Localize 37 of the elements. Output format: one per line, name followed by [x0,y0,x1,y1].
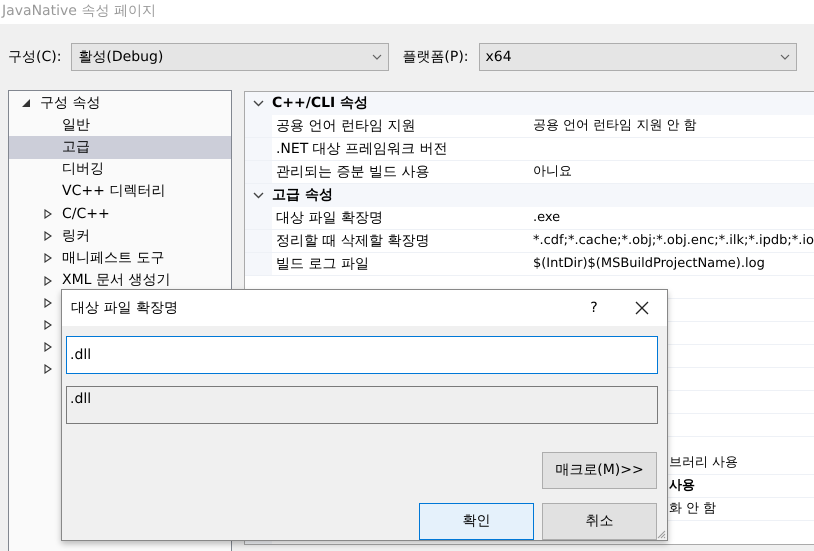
property-value[interactable]: .exe [528,207,814,229]
tree-item[interactable]: 링커 [9,225,231,248]
property-value[interactable]: 브러리 사용 [668,455,738,470]
tree-item[interactable]: 매니페스트 도구 [9,247,231,270]
property-value[interactable]: 아니요 [528,161,814,183]
tree-item[interactable]: 고급 [9,136,231,159]
macros-button[interactable]: 매크로(M)>> [542,452,657,489]
property-value[interactable]: *.cdf;*.cache;*.obj;*.obj.enc;*.ilk;*.ipdb;*.io [528,230,814,252]
property-value[interactable]: 화 안 함 [668,501,716,516]
tree-item[interactable]: 디버깅 [9,158,231,181]
section-header: 고급 속성 [272,186,333,205]
tree-item[interactable]: VC++ 디렉터리 [9,180,231,203]
caret-icon [780,54,790,60]
field-label: 구성(C): [8,48,62,66]
close-icon [635,301,649,315]
section-header: C++/CLI 속성 [272,94,368,113]
property-value[interactable]: 사용 [668,478,695,493]
dropdown[interactable]: x64 [478,43,797,71]
preview-field: .dll [66,386,658,424]
cancel-button[interactable]: 취소 [542,503,657,540]
tree-item[interactable]: XML 문서 생성기 [9,270,231,292]
collapse-icon[interactable] [252,100,264,107]
dialog-title: 대상 파일 확장명 [71,298,179,318]
ok-button[interactable]: 확인 [419,503,534,540]
dropdown[interactable]: 활성(Debug) [71,43,390,71]
collapse-icon[interactable] [252,192,264,199]
help-button[interactable]: ? [571,298,617,318]
resize-grip-icon [656,529,666,539]
input-field[interactable]: .dll [66,336,658,374]
tree-item[interactable]: 구성 속성 [9,92,231,114]
tree-item[interactable]: C/C++ [9,202,231,226]
tree-item[interactable]: 일반 [9,114,231,136]
window-title: JavaNative 속성 페이지 [2,3,156,19]
caret-icon [372,54,382,60]
field-label: 플랫폼(P): [402,48,469,66]
property-value[interactable]: 공용 언어 런타임 지원 안 함 [528,115,814,137]
property-value[interactable]: $(IntDir)$(MSBuildProjectName).log [528,253,814,275]
